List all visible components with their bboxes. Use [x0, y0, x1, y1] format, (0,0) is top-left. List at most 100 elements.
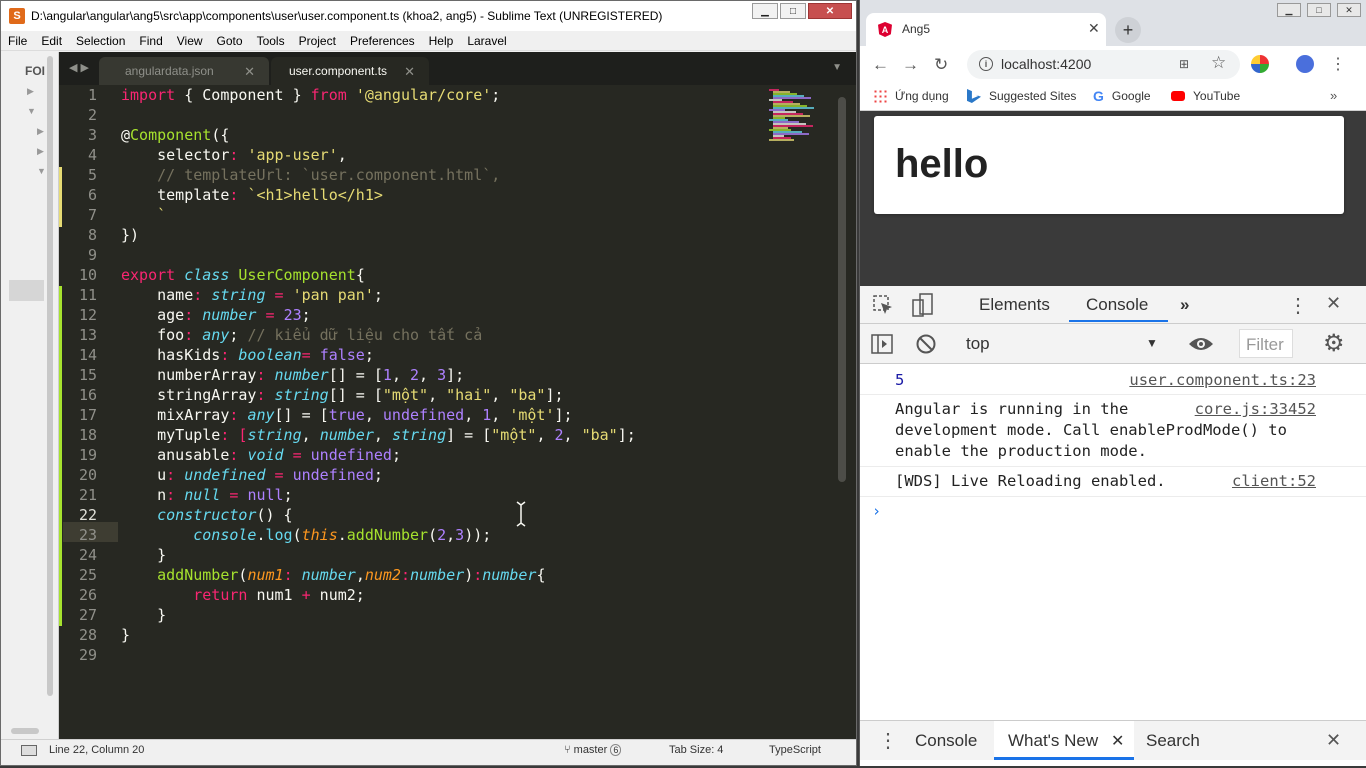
- close-icon[interactable]: ✕: [1111, 731, 1124, 751]
- source-link[interactable]: client:52: [1232, 471, 1316, 492]
- line-number: 23: [78, 526, 97, 544]
- console-output[interactable]: 5 user.component.ts:23 Angular is runnin…: [860, 364, 1366, 720]
- clear-console-icon[interactable]: [915, 333, 937, 355]
- console-prompt-icon[interactable]: ›: [872, 502, 881, 520]
- tab-title: Ang5: [902, 22, 931, 36]
- chevron-down-icon[interactable]: ▼: [1146, 336, 1158, 350]
- code-line: constructor() {: [121, 506, 293, 524]
- menu-edit[interactable]: Edit: [34, 34, 69, 48]
- close-icon[interactable]: ✕: [244, 64, 255, 80]
- more-tabs-icon[interactable]: »: [1180, 295, 1189, 315]
- tab-bar: ◀ ▶ angulardata.json ✕ user.component.ts…: [59, 52, 856, 85]
- browser-tab[interactable]: A Ang5 ✕: [866, 13, 1106, 46]
- sidebar-toggle-icon[interactable]: [871, 334, 893, 354]
- info-icon[interactable]: i: [979, 57, 993, 71]
- menu-preferences[interactable]: Preferences: [343, 34, 422, 48]
- bookmark-google[interactable]: G Google: [1093, 89, 1151, 103]
- sidebar-selected-item[interactable]: [9, 280, 44, 301]
- extension-icon[interactable]: [1251, 55, 1269, 73]
- menu-selection[interactable]: Selection: [69, 34, 132, 48]
- sidebar-horizontal-scrollbar[interactable]: [11, 728, 39, 734]
- sidebar-scrollbar[interactable]: [47, 56, 53, 696]
- gear-icon[interactable]: ⚙: [1323, 329, 1345, 358]
- eye-icon[interactable]: [1188, 336, 1214, 352]
- menu-tools[interactable]: Tools: [250, 34, 292, 48]
- syntax-selector[interactable]: TypeScript: [769, 744, 821, 756]
- address-bar[interactable]: i localhost:4200 ⊞ ☆: [967, 50, 1240, 79]
- new-tab-button[interactable]: +: [1115, 17, 1141, 43]
- bookmark-suggested-sites[interactable]: Suggested Sites: [967, 89, 1076, 103]
- close-icon[interactable]: ✕: [404, 64, 415, 80]
- minimize-button[interactable]: ▁: [752, 3, 778, 19]
- more-menu-icon[interactable]: ⋮: [1330, 54, 1346, 74]
- git-branch[interactable]: ⑂ master 6: [564, 744, 622, 756]
- code-line: }: [121, 606, 167, 624]
- reload-icon[interactable]: ↻: [934, 55, 948, 75]
- folder-arrow-icon[interactable]: ▶: [37, 126, 44, 137]
- close-button[interactable]: ✕: [808, 3, 852, 19]
- drawer-menu-icon[interactable]: ⋮: [878, 728, 898, 753]
- tab-size[interactable]: Tab Size: 4: [669, 744, 723, 756]
- text-cursor-icon: [516, 501, 526, 527]
- tab-elements[interactable]: Elements: [979, 295, 1050, 315]
- drawer-tab-whats-new[interactable]: What's New: [1008, 731, 1098, 751]
- folder-arrow-icon[interactable]: ▶: [37, 146, 44, 157]
- menu-file[interactable]: File: [1, 34, 34, 48]
- minimap[interactable]: [769, 89, 821, 144]
- music-extension-icon[interactable]: [1296, 55, 1314, 73]
- bookmarks-more-icon[interactable]: »: [1330, 88, 1337, 103]
- code-line: anusable: void = undefined;: [121, 446, 401, 464]
- folder-arrow-icon[interactable]: ▶: [27, 86, 34, 97]
- code-editor[interactable]: import { Component } from '@angular/core…: [121, 85, 761, 685]
- bookmark-apps[interactable]: Ứng dụng: [873, 89, 949, 103]
- menu-find[interactable]: Find: [132, 34, 169, 48]
- window-title: D:\angular\angular\ang5\src\app\componen…: [31, 9, 663, 23]
- close-icon[interactable]: ✕: [1088, 20, 1100, 37]
- title-bar[interactable]: S D:\angular\angular\ang5\src\app\compon…: [1, 1, 856, 31]
- console-message: [WDS] Live Reloading enabled. client:52: [860, 467, 1366, 497]
- source-link[interactable]: core.js:33452: [1195, 399, 1316, 420]
- star-icon[interactable]: ☆: [1211, 53, 1226, 73]
- page-heading: hello: [895, 142, 989, 186]
- context-selector[interactable]: top: [966, 334, 990, 354]
- tab-dropdown-icon[interactable]: ▼: [832, 62, 842, 73]
- line-number: 3: [87, 126, 97, 144]
- translate-icon[interactable]: ⊞: [1179, 57, 1189, 71]
- desktop: S D:\angular\angular\ang5\src\app\compon…: [0, 0, 1366, 768]
- chrome-title-bar[interactable]: A Ang5 ✕ + ▁ □ ✕: [860, 0, 1366, 46]
- code-line: addNumber(num1: number,num2:number):numb…: [121, 566, 546, 584]
- menu-goto[interactable]: Goto: [210, 34, 250, 48]
- inspect-element-icon[interactable]: [872, 294, 894, 316]
- menu-view[interactable]: View: [170, 34, 210, 48]
- menu-laravel[interactable]: Laravel: [460, 34, 513, 48]
- devtools-menu-icon[interactable]: ⋮: [1288, 293, 1308, 318]
- source-link[interactable]: user.component.ts:23: [1129, 370, 1316, 391]
- filter-input[interactable]: Filter: [1239, 329, 1293, 358]
- line-number: 8: [87, 226, 97, 244]
- device-toolbar-icon[interactable]: [912, 293, 934, 317]
- line-number: 13: [78, 326, 97, 344]
- tab-angulardata-json[interactable]: angulardata.json ✕: [99, 57, 269, 85]
- editor-scrollbar[interactable]: [838, 97, 846, 482]
- close-drawer-icon[interactable]: ✕: [1326, 730, 1341, 751]
- menu-help[interactable]: Help: [422, 34, 461, 48]
- forward-arrow-icon[interactable]: →: [902, 55, 919, 75]
- back-arrow-icon[interactable]: ←: [872, 55, 889, 75]
- maximize-button[interactable]: □: [780, 3, 806, 19]
- close-button[interactable]: ✕: [1337, 3, 1361, 17]
- tab-console[interactable]: Console: [1086, 295, 1148, 315]
- tab-nav-arrows-icon[interactable]: ◀ ▶: [69, 61, 89, 74]
- sidebar[interactable]: FOI ▶ ▼ ▶ ▶ ▼: [1, 52, 59, 739]
- close-devtools-icon[interactable]: ✕: [1326, 293, 1341, 314]
- folder-arrow-icon[interactable]: ▼: [37, 166, 46, 176]
- drawer-tab-search[interactable]: Search: [1146, 731, 1200, 751]
- minimize-button[interactable]: ▁: [1277, 3, 1301, 17]
- menu-project[interactable]: Project: [292, 34, 343, 48]
- tab-user-component-ts[interactable]: user.component.ts ✕: [271, 57, 429, 85]
- folder-arrow-icon[interactable]: ▼: [27, 106, 36, 116]
- drawer-tab-console[interactable]: Console: [915, 731, 977, 751]
- bookmark-youtube[interactable]: YouTube: [1171, 89, 1240, 103]
- panel-toggle-icon[interactable]: [21, 745, 37, 756]
- maximize-button[interactable]: □: [1307, 3, 1331, 17]
- url-text[interactable]: localhost:4200: [1001, 56, 1091, 72]
